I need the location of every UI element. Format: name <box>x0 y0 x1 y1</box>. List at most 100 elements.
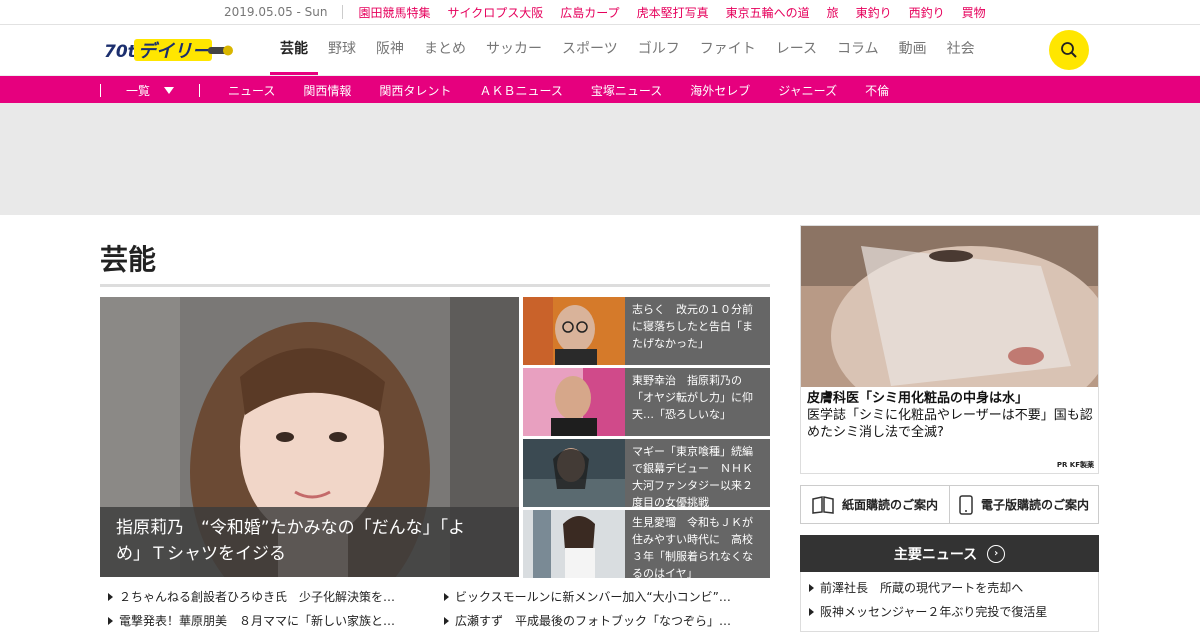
top-link[interactable]: 園田競馬特集 <box>359 4 431 21</box>
nav-fight[interactable]: ファイト <box>690 25 766 75</box>
subnav-link[interactable]: ニュース <box>228 82 275 99</box>
subnav-link[interactable]: 関西情報 <box>303 82 351 99</box>
subnav-link[interactable]: 宝塚ニュース <box>591 82 662 99</box>
paper-subscription-label: 紙面購読のご案内 <box>841 498 938 512</box>
digital-subscription-button[interactable]: 電子版購読のご案内 <box>949 486 1098 523</box>
nav-video[interactable]: 動画 <box>889 25 937 75</box>
date-label: 2019.05.05 - Sun <box>224 5 343 19</box>
svg-text:デイリー: デイリー <box>138 41 211 62</box>
nav-soccer[interactable]: サッカー <box>476 25 552 75</box>
arrow-right-icon <box>444 617 449 625</box>
headline-list-right: ビックスモールンに新メンバー加入“大小コンビ”… 広瀬すず 平成最後のフォトブッ… <box>444 585 770 633</box>
top-link[interactable]: 旅 <box>827 4 839 21</box>
divider <box>100 84 101 97</box>
ad-body: 医学誌「シミに化粧品やレーザーは不要」国も認めたシミ消し法で全滅? <box>807 408 1093 440</box>
section-title: 芸能 <box>100 243 157 276</box>
sub-nav-links: ニュース 関西情報 関西タレント ＡＫＢニュース 宝塚ニュース 海外セレブ ジャ… <box>228 82 917 99</box>
major-news-header[interactable]: 主要ニュース › <box>800 535 1099 572</box>
search-icon <box>1061 42 1077 58</box>
side-article[interactable]: マギー「東京喰種」続編で銀幕デビュー ＮＨＫ大河ファンタジー以来２度目の女優挑戦 <box>523 439 770 507</box>
arrow-right-icon <box>809 608 814 616</box>
top-bar: 2019.05.05 - Sun 園田競馬特集 サイクロプス大阪 広島カープ 虎… <box>0 0 1200 25</box>
ad-caption: 皮膚科医「シミ用化粧品の中身は水」 医学誌「シミに化粧品やレーザーは不要」国も認… <box>801 388 1098 469</box>
subnav-link[interactable]: ジャニーズ <box>778 82 837 99</box>
hero-article[interactable]: 指原莉乃 “令和婚”たかみなの「だんな」「よ め」Ｔシャツをイジる <box>100 297 519 577</box>
nav-yakyu[interactable]: 野球 <box>318 25 366 75</box>
top-link[interactable]: 東京五輪への道 <box>726 4 810 21</box>
arrow-right-icon <box>108 617 113 625</box>
ad-pr-label: PR KF製薬 <box>1056 461 1094 469</box>
chevron-right-icon: › <box>987 544 1006 563</box>
sidebar-ad[interactable]: 皮膚科医「シミ用化粧品の中身は水」 医学誌「シミに化粧品やレーザーは不要」国も認… <box>800 225 1099 474</box>
side-article[interactable]: 志らく 改元の１０分前に寝落ちしたと告白「またげなかった」 <box>523 297 770 365</box>
hero-caption-line: め」Ｔシャツをイジる <box>116 544 286 564</box>
list-item-text: 広瀬すず 平成最後のフォトブック「なつぞら」… <box>455 614 732 628</box>
list-item[interactable]: ２ちゃんねる創設者ひろゆき氏 少子化解決策を… <box>108 585 428 609</box>
subnav-link[interactable]: 不倫 <box>865 82 889 99</box>
list-item-text: 電撃発表！華原朋美 ８月ママに「新しい家族と… <box>119 614 396 628</box>
subnav-link[interactable]: 関西タレント <box>379 82 451 99</box>
top-link[interactable]: 西釣り <box>909 4 945 21</box>
list-dropdown[interactable]: 一覧 <box>126 82 175 99</box>
paper-subscription-button[interactable]: 紙面購読のご案内 <box>801 486 949 523</box>
major-news-items: 前澤社長 所蔵の現代アートを売却へ 阪神メッセンジャー２年ぶり完投で復活星 <box>809 576 1090 624</box>
nav-matome[interactable]: まとめ <box>414 25 476 75</box>
hero-caption-line: 指原莉乃 “令和婚”たかみなの「だんな」「よ <box>116 518 466 538</box>
subnav-link[interactable]: ＡＫＢニュース <box>479 82 562 99</box>
nav-geino[interactable]: 芸能 <box>270 25 318 75</box>
list-item[interactable]: 前澤社長 所蔵の現代アートを売却へ <box>809 576 1090 600</box>
site-logo[interactable]: 70th デイリー <box>104 36 234 62</box>
article-thumbnail <box>523 439 625 507</box>
ad-photo <box>801 226 1098 426</box>
top-link[interactable]: 虎本堅打写真 <box>637 4 709 21</box>
chevron-down-icon <box>164 87 175 94</box>
nav-column[interactable]: コラム <box>827 25 889 75</box>
side-article-title: 生見愛瑠 令和もＪＫが住みやすい時代に 高校３年「制服着られなくなるのはイヤ」 <box>625 510 770 578</box>
nav-hanshin[interactable]: 阪神 <box>366 25 414 75</box>
top-link[interactable]: 東釣り <box>856 4 892 21</box>
nav-golf[interactable]: ゴルフ <box>628 25 690 75</box>
site-header: 70th デイリー 芸能 野球 阪神 まとめ サッカー スポーツ ゴルフ ファイ… <box>0 25 1200 76</box>
subnav-link[interactable]: 海外セレブ <box>690 82 750 99</box>
list-item[interactable]: 電撃発表！華原朋美 ８月ママに「新しい家族と… <box>108 609 428 633</box>
side-article[interactable]: 東野幸治 指原莉乃の「オヤジ転がし力」に仰天…「恐ろしいな」 <box>523 368 770 436</box>
tablet-icon <box>959 494 973 515</box>
article-thumbnail <box>523 297 625 365</box>
divider <box>199 84 200 97</box>
global-nav: 芸能 野球 阪神 まとめ サッカー スポーツ ゴルフ ファイト レース コラム … <box>270 25 985 75</box>
side-article[interactable]: 生見愛瑠 令和もＪＫが住みやすい時代に 高校３年「制服着られなくなるのはイヤ」 <box>523 510 770 578</box>
article-thumbnail <box>523 368 625 436</box>
list-item-text: 阪神メッセンジャー２年ぶり完投で復活星 <box>820 605 1048 619</box>
digital-subscription-label: 電子版購読のご案内 <box>980 498 1089 512</box>
search-button[interactable] <box>1049 30 1089 70</box>
top-link[interactable]: 広島カープ <box>560 4 619 21</box>
arrow-right-icon <box>108 593 113 601</box>
list-item[interactable]: ビックスモールンに新メンバー加入“大小コンビ”… <box>444 585 770 609</box>
top-link[interactable]: サイクロプス大阪 <box>448 4 544 21</box>
article-thumbnail <box>523 510 625 578</box>
list-item[interactable]: 広瀬すず 平成最後のフォトブック「なつぞら」… <box>444 609 770 633</box>
top-links: 園田競馬特集 サイクロプス大阪 広島カープ 虎本堅打写真 東京五輪への道 旅 東… <box>359 4 1003 21</box>
logo-graphic: 70th デイリー <box>104 39 233 62</box>
subscription-buttons: 紙面購読のご案内 電子版購読のご案内 <box>800 485 1099 524</box>
list-item-text: ビックスモールンに新メンバー加入“大小コンビ”… <box>455 590 731 604</box>
dropdown-label: 一覧 <box>126 84 151 98</box>
ad-headline: 皮膚科医「シミ用化粧品の中身は水」 <box>807 391 1029 406</box>
nav-society[interactable]: 社会 <box>937 25 985 75</box>
banner-ad-area <box>0 103 1200 215</box>
arrow-right-icon <box>809 584 814 592</box>
top-link[interactable]: 買物 <box>962 4 986 21</box>
major-news-title: 主要ニュース <box>893 546 978 563</box>
nav-race[interactable]: レース <box>766 25 827 75</box>
arrow-right-icon <box>444 593 449 601</box>
sub-nav: 一覧 ニュース 関西情報 関西タレント ＡＫＢニュース 宝塚ニュース 海外セレブ… <box>0 76 1200 104</box>
list-item[interactable]: 阪神メッセンジャー２年ぶり完投で復活星 <box>809 600 1090 624</box>
headline-list-left: ２ちゃんねる創設者ひろゆき氏 少子化解決策を… 電撃発表！華原朋美 ８月ママに「… <box>108 585 428 633</box>
hero-caption[interactable]: 指原莉乃 “令和婚”たかみなの「だんな」「よ め」Ｔシャツをイジる <box>100 507 519 577</box>
book-icon <box>812 495 834 514</box>
side-article-title: 志らく 改元の１０分前に寝落ちしたと告白「またげなかった」 <box>625 297 770 365</box>
major-news-list: 前澤社長 所蔵の現代アートを売却へ 阪神メッセンジャー２年ぶり完投で復活星 <box>800 572 1099 632</box>
list-item-text: 前澤社長 所蔵の現代アートを売却へ <box>820 581 1024 595</box>
section-divider <box>100 284 770 287</box>
nav-sports[interactable]: スポーツ <box>552 25 628 75</box>
